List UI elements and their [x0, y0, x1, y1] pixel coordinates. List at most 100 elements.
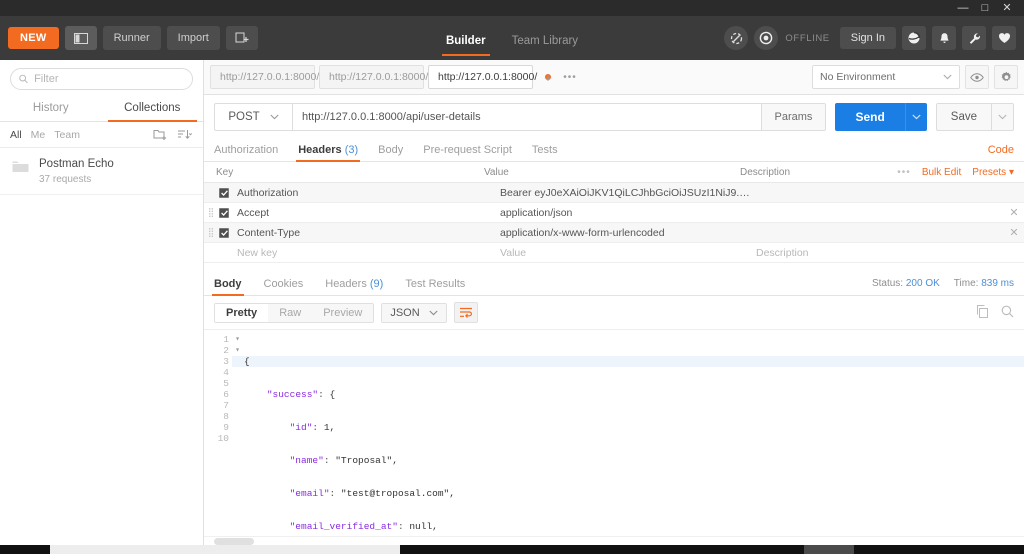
list-item[interactable]: Postman Echo 37 requests	[0, 148, 203, 195]
taskbar-item[interactable]	[804, 545, 854, 554]
toggle-sidebar-icon[interactable]	[64, 26, 97, 50]
code-line: "id": 1,	[289, 422, 336, 433]
header-value[interactable]: Bearer eyJ0eXAiOiJKV1QiLCJhbGciOiJSUzI1N…	[500, 187, 756, 199]
refresh-icon	[908, 31, 921, 44]
sync-icon[interactable]	[902, 26, 926, 50]
header-value[interactable]: application/json	[500, 207, 756, 219]
request-tab-2[interactable]: http://127.0.0.1:8000/	[319, 65, 443, 89]
filter-box[interactable]	[10, 68, 193, 90]
drag-handle-icon[interactable]: ⣿	[206, 207, 216, 218]
response-tab-test-results[interactable]: Test Results	[405, 272, 465, 296]
presets-button[interactable]: Presets ▾	[972, 167, 1014, 178]
table-more-icon[interactable]: •••	[897, 167, 911, 178]
horizontal-scrollbar[interactable]	[204, 536, 1024, 545]
remove-row-icon[interactable]: ✕	[1004, 206, 1024, 219]
tab-builder[interactable]: Builder	[441, 16, 490, 60]
fold-icon[interactable]: ▾	[235, 334, 240, 345]
table-row[interactable]: ⣿ Accept application/json ✕	[204, 203, 1024, 223]
word-wrap-toggle[interactable]	[453, 302, 478, 323]
tab-headers[interactable]: Headers (3)	[296, 139, 361, 162]
drag-handle-icon[interactable]: ⣿	[206, 227, 216, 238]
view-mode-pretty[interactable]: Pretty	[215, 303, 269, 322]
header-key[interactable]: Content-Type	[232, 227, 500, 239]
copy-icon[interactable]	[976, 304, 989, 321]
fold-icon[interactable]: ▾	[235, 345, 240, 356]
row-checkbox[interactable]	[216, 207, 232, 218]
http-method-select[interactable]: POST	[214, 103, 292, 131]
response-tab-body[interactable]: Body	[212, 272, 243, 296]
code-line: "email_verified_at": null,	[289, 521, 438, 532]
filter-input[interactable]	[34, 73, 184, 85]
table-row[interactable]: ⣿ Content-Type application/x-www-form-ur…	[204, 223, 1024, 243]
maximize-icon[interactable]: □	[974, 0, 996, 16]
view-mode-raw[interactable]: Raw	[268, 303, 313, 322]
code-line: "name": "Troposal",	[289, 455, 398, 466]
status-badge: Status: 200 OK	[872, 278, 940, 289]
request-tab-1[interactable]: http://127.0.0.1:8000/	[210, 65, 334, 89]
new-button[interactable]: NEW	[8, 27, 59, 49]
sort-icon[interactable]	[177, 129, 193, 140]
send-button[interactable]: Send	[835, 103, 905, 131]
header-value[interactable]: application/x-www-form-urlencoded	[500, 227, 756, 239]
send-options-icon[interactable]	[904, 103, 927, 131]
table-row[interactable]: Authorization Bearer eyJ0eXAiOiJKV1QiLCJ…	[204, 183, 1024, 203]
environment-controls: No Environment	[812, 65, 1018, 89]
search-icon	[19, 74, 28, 84]
new-key-input[interactable]: New key	[232, 247, 500, 259]
environment-select[interactable]: No Environment	[812, 65, 960, 89]
search-icon[interactable]	[1001, 305, 1014, 321]
new-window-icon[interactable]	[225, 26, 258, 50]
save-options-icon[interactable]	[992, 103, 1014, 131]
response-tab-cookies[interactable]: Cookies	[264, 272, 304, 296]
header-key[interactable]: Authorization	[232, 187, 500, 199]
tab-tests[interactable]: Tests	[532, 139, 558, 162]
save-button[interactable]: Save	[935, 103, 992, 131]
remove-row-icon[interactable]: ✕	[1004, 226, 1024, 239]
response-tab-headers[interactable]: Headers (9)	[325, 272, 383, 296]
url-input[interactable]: http://127.0.0.1:8000/api/user-details	[292, 103, 762, 131]
response-body-viewer[interactable]: ▾ 1 ▾ 2 3 4 5 6 7 8 9 10 { "success": { "i…	[204, 329, 1024, 536]
status-circle-icon[interactable]	[754, 26, 779, 50]
sidebar-tab-history[interactable]: History	[0, 96, 102, 121]
table-new-row[interactable]: New key Value Description	[204, 243, 1024, 263]
request-tab-3[interactable]: http://127.0.0.1:8000/	[428, 65, 552, 89]
add-tab-icon[interactable]: +	[537, 66, 559, 88]
close-icon[interactable]: ✕	[996, 0, 1018, 16]
new-description-input[interactable]: Description	[756, 247, 1004, 259]
new-value-input[interactable]: Value	[500, 247, 756, 259]
params-button[interactable]: Params	[761, 103, 827, 131]
wrench-icon[interactable]	[962, 26, 986, 50]
tab-pre-request-script[interactable]: Pre-request Script	[423, 139, 512, 162]
app-body: History Collections All Me Team	[0, 60, 1024, 545]
sync-off-icon[interactable]	[724, 26, 749, 50]
response-format-select[interactable]: JSON	[381, 302, 447, 323]
tab-body[interactable]: Body	[378, 139, 403, 162]
minimize-icon[interactable]: —	[952, 0, 974, 16]
header-key[interactable]: Accept	[232, 207, 500, 219]
scrollbar-thumb[interactable]	[214, 538, 254, 545]
environment-quick-look-icon[interactable]	[965, 65, 989, 89]
row-checkbox[interactable]	[216, 187, 232, 198]
tab-team-library[interactable]: Team Library	[512, 16, 578, 60]
heart-icon[interactable]	[992, 26, 1016, 50]
status-label: Status:	[871, 278, 904, 289]
scope-team[interactable]: Team	[54, 129, 80, 141]
runner-button[interactable]: Runner	[102, 26, 161, 50]
row-checkbox[interactable]	[216, 227, 232, 238]
scope-me[interactable]: Me	[31, 129, 46, 141]
bell-icon[interactable]	[932, 26, 956, 50]
sidebar-tab-collections[interactable]: Collections	[102, 96, 204, 122]
tab-options-icon[interactable]: •••	[559, 66, 581, 88]
taskbar-active-window[interactable]	[50, 545, 400, 554]
sign-in-button[interactable]: Sign In	[839, 27, 896, 49]
line-number: 6	[223, 389, 229, 400]
chevron-down-icon	[429, 307, 438, 319]
new-collection-icon[interactable]	[153, 128, 168, 141]
view-mode-preview[interactable]: Preview	[312, 303, 374, 322]
environment-settings-icon[interactable]	[994, 65, 1018, 89]
bulk-edit-button[interactable]: Bulk Edit	[922, 167, 961, 178]
import-button[interactable]: Import	[166, 26, 220, 50]
scope-all[interactable]: All	[10, 129, 22, 141]
tab-authorization[interactable]: Authorization	[214, 139, 278, 162]
code-link[interactable]: Code	[988, 144, 1014, 156]
